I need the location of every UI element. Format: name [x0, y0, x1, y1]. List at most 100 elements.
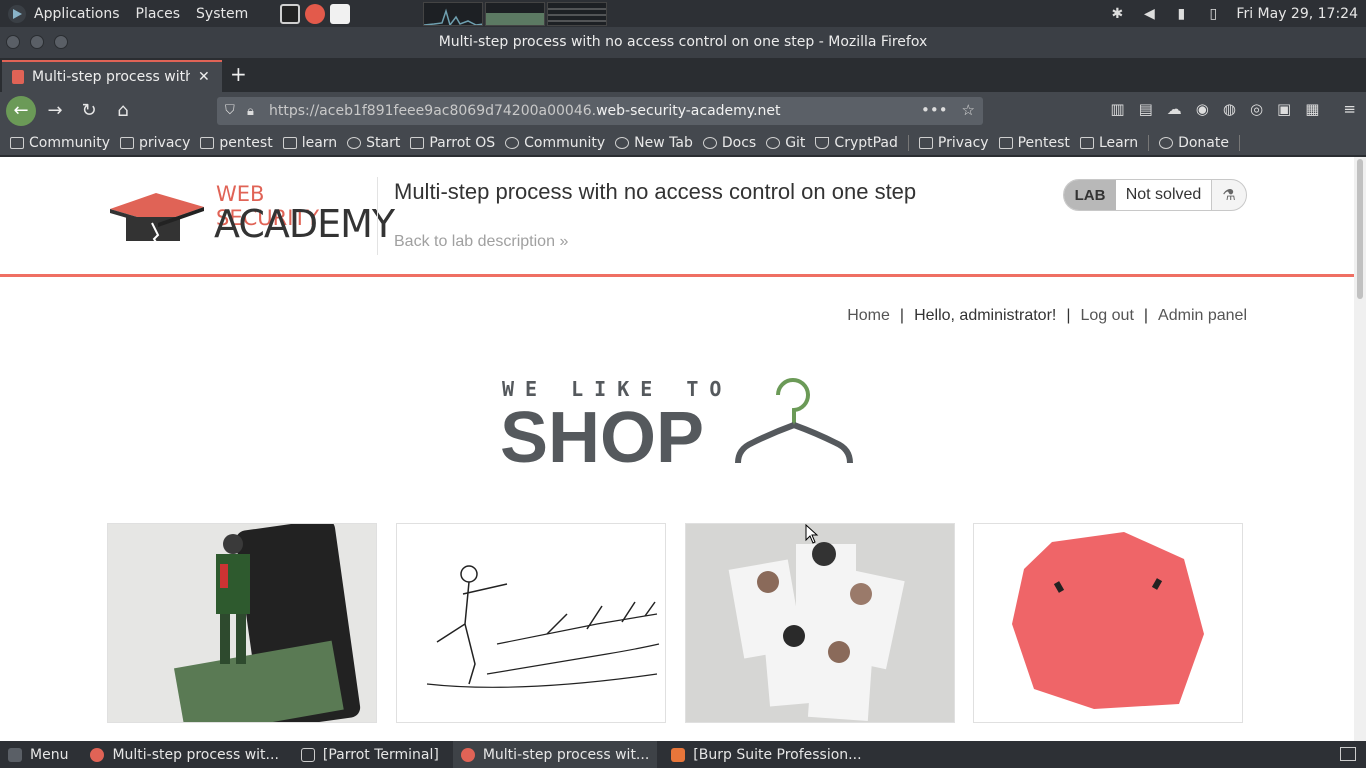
- bookmark-new-tab[interactable]: New Tab: [615, 135, 693, 151]
- parrot-icon: [10, 136, 24, 149]
- lab-badge: LAB: [1064, 180, 1116, 210]
- tab-active[interactable]: Multi-step process with no access contro…: [2, 60, 222, 92]
- back-icon[interactable]: ←: [6, 96, 36, 126]
- foxyproxy-icon[interactable]: ▣: [1277, 100, 1291, 118]
- minimize-window-button[interactable]: [30, 35, 44, 49]
- mouse-cursor-icon: [805, 524, 819, 544]
- terminal-icon: [300, 747, 315, 762]
- bookmark-cryptpad[interactable]: CryptPad: [815, 135, 898, 151]
- navigation-toolbar: ← → ↻ ⌂ ⛉ 🔒︎ https://aceb1f891feee9ac806…: [0, 92, 1366, 130]
- extension-globe-icon[interactable]: ◍: [1223, 100, 1236, 118]
- forward-icon[interactable]: →: [40, 96, 70, 126]
- url-bar[interactable]: ⛉ 🔒︎ https://aceb1f891feee9ac8069d74200a…: [217, 97, 983, 125]
- firefox-icon: [460, 747, 475, 762]
- bookmark-folder-pentest[interactable]: pentest: [200, 135, 273, 151]
- folder-icon: [282, 136, 297, 149]
- burp-suite-icon: [671, 747, 686, 762]
- bookmark-star-icon[interactable]: ☆: [962, 101, 975, 119]
- bookmark-separator: [907, 134, 909, 151]
- double-chevron-right-icon: »: [559, 233, 569, 250]
- clock[interactable]: Fri May 29, 17:24: [1236, 6, 1358, 22]
- product-image-drawing[interactable]: [396, 523, 666, 723]
- extensions-grid-icon[interactable]: ▦: [1305, 100, 1319, 118]
- taskbar-task-firefox-1[interactable]: Multi-step process wit...: [82, 741, 286, 768]
- bookmark-folder-pentest-2[interactable]: Pentest: [998, 135, 1070, 151]
- taskbar-task-firefox-2[interactable]: Multi-step process wit...: [452, 741, 658, 768]
- firefox-launcher-icon[interactable]: [305, 3, 326, 24]
- library-icon[interactable]: ▥: [1110, 100, 1124, 118]
- window-titlebar: Multi-step process with no access contro…: [0, 27, 1366, 58]
- globe-icon: [702, 136, 717, 149]
- os-top-panel: Applications Places System ✱ ◀ ▮ ▯ Fri M…: [0, 0, 1366, 27]
- product-image-cards[interactable]: [685, 523, 955, 723]
- bookmark-folder-learn-2[interactable]: Learn: [1079, 135, 1138, 151]
- nav-separator: |: [899, 307, 905, 324]
- logout-link[interactable]: Log out: [1081, 307, 1134, 325]
- folder-icon: [998, 136, 1013, 149]
- shop-navigation: Home | Hello, administrator! | Log out |…: [847, 307, 1247, 325]
- product-image-motorola-phone[interactable]: [107, 523, 377, 723]
- volume-icon[interactable]: ◀: [1140, 5, 1158, 23]
- bookmarks-toolbar: Community privacy pentest learn Start Pa…: [0, 130, 1366, 156]
- new-tab-icon[interactable]: +: [230, 62, 247, 86]
- bookmark-community[interactable]: Community: [505, 135, 605, 151]
- bookmark-folder-privacy[interactable]: privacy: [120, 135, 190, 151]
- maximize-window-button[interactable]: [54, 35, 68, 49]
- close-tab-icon[interactable]: ✕: [198, 69, 210, 85]
- network-signal-icon[interactable]: ▮: [1172, 5, 1190, 23]
- globe-icon: [505, 136, 520, 149]
- parrot-menu-icon[interactable]: [8, 4, 26, 23]
- applications-menu[interactable]: Applications: [34, 6, 120, 22]
- url-text-host: web-security-academy.net: [596, 103, 781, 119]
- bookmark-donate[interactable]: Donate: [1159, 135, 1229, 151]
- page-scrollbar[interactable]: [1354, 157, 1366, 741]
- coat-hanger-icon: [735, 378, 853, 464]
- reload-icon[interactable]: ↻: [74, 96, 104, 126]
- lab-title: Multi-step process with no access contro…: [394, 179, 917, 204]
- folder-icon: [918, 136, 933, 149]
- bookmark-git[interactable]: Git: [766, 135, 805, 151]
- home-link[interactable]: Home: [847, 307, 890, 325]
- bluetooth-icon[interactable]: ✱: [1108, 5, 1126, 23]
- folder-icon: [200, 136, 215, 149]
- close-window-button[interactable]: [6, 35, 20, 49]
- taskbar-menu[interactable]: Menu: [0, 741, 76, 768]
- terminal-launcher-icon[interactable]: [280, 3, 301, 24]
- bookmark-folder-learn[interactable]: learn: [282, 135, 337, 151]
- parrot-icon: [410, 136, 425, 149]
- playing-cards-image: [728, 542, 905, 721]
- bookmark-start[interactable]: Start: [347, 135, 400, 151]
- account-icon[interactable]: ◎: [1250, 100, 1263, 118]
- page-actions-icon[interactable]: •••: [921, 101, 948, 119]
- bookmark-community-parrot[interactable]: Community: [10, 135, 110, 151]
- web-security-academy-logo[interactable]: WEB SECURITY ACADEMY: [108, 182, 395, 247]
- taskbar-task-burp[interactable]: [Burp Suite Profession...: [663, 741, 869, 768]
- system-menu[interactable]: System: [196, 6, 248, 22]
- product-image-umbrella[interactable]: [973, 523, 1243, 723]
- folder-icon: [1079, 136, 1094, 149]
- ublock-icon[interactable]: ◉: [1196, 100, 1209, 118]
- places-menu[interactable]: Places: [136, 6, 181, 22]
- taskbar-task-terminal[interactable]: [Parrot Terminal]: [293, 741, 447, 768]
- back-to-lab-description-link[interactable]: Back to lab description »: [394, 233, 568, 251]
- firefox-icon: [90, 747, 105, 762]
- show-desktop-icon[interactable]: [1340, 747, 1356, 761]
- lock-icon[interactable]: 🔒︎: [247, 104, 261, 119]
- bookmark-parrot-os[interactable]: Parrot OS: [410, 135, 495, 151]
- window-title: Multi-step process with no access contro…: [438, 34, 928, 50]
- greeting-text: Hello, administrator!: [914, 307, 1057, 324]
- tab-label: Multi-step process with no access contro…: [32, 69, 190, 85]
- bookmark-folder-privacy-2[interactable]: Privacy: [918, 135, 989, 151]
- menu-hamburger-icon[interactable]: ≡: [1343, 100, 1356, 118]
- sidebar-icon[interactable]: ▤: [1139, 100, 1153, 118]
- admin-panel-link[interactable]: Admin panel: [1158, 307, 1247, 325]
- home-icon[interactable]: ⌂: [108, 96, 138, 126]
- folder-icon: [120, 136, 135, 149]
- text-editor-launcher-icon[interactable]: [330, 3, 351, 24]
- red-umbrella-image: [1012, 532, 1204, 709]
- sync-icon[interactable]: ☁: [1167, 100, 1182, 118]
- scrollbar-thumb[interactable]: [1357, 159, 1363, 299]
- tracking-protection-icon[interactable]: ⛉: [225, 103, 239, 119]
- bookmark-docs[interactable]: Docs: [702, 135, 756, 151]
- battery-icon[interactable]: ▯: [1204, 5, 1222, 23]
